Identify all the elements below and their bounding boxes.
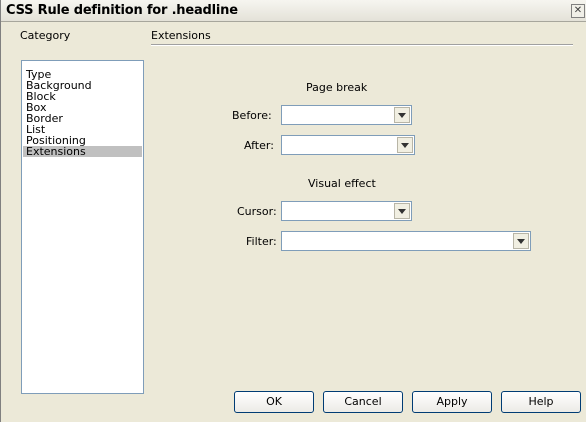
before-select[interactable] bbox=[281, 105, 412, 125]
after-label: After: bbox=[244, 139, 274, 152]
css-rule-dialog: CSS Rule definition for .headline ✕ Cate… bbox=[0, 0, 586, 422]
close-icon[interactable]: ✕ bbox=[571, 4, 585, 18]
before-label: Before: bbox=[232, 109, 272, 122]
category-item-extensions[interactable]: Extensions bbox=[23, 146, 142, 157]
cursor-label: Cursor: bbox=[237, 205, 277, 218]
title-bar[interactable]: CSS Rule definition for .headline ✕ bbox=[1, 0, 586, 22]
section-title: Extensions bbox=[151, 29, 211, 42]
category-list[interactable]: Type Background Block Box Border List Po… bbox=[21, 60, 144, 394]
chevron-down-icon[interactable] bbox=[394, 203, 410, 219]
cursor-select[interactable] bbox=[281, 201, 412, 221]
chevron-down-icon[interactable] bbox=[513, 233, 529, 249]
page-break-heading: Page break bbox=[306, 81, 368, 94]
window-title: CSS Rule definition for .headline bbox=[6, 3, 238, 18]
cancel-button[interactable]: Cancel bbox=[323, 391, 403, 413]
ok-button[interactable]: OK bbox=[234, 391, 314, 413]
after-select[interactable] bbox=[281, 135, 415, 155]
chevron-down-icon[interactable] bbox=[394, 107, 410, 123]
chevron-down-icon[interactable] bbox=[397, 137, 413, 153]
apply-button[interactable]: Apply bbox=[412, 391, 492, 413]
category-header: Category bbox=[20, 29, 71, 42]
visual-effect-heading: Visual effect bbox=[308, 177, 376, 190]
section-divider bbox=[151, 44, 573, 46]
help-button[interactable]: Help bbox=[501, 391, 581, 413]
filter-label: Filter: bbox=[246, 235, 277, 248]
filter-select[interactable] bbox=[281, 231, 531, 251]
